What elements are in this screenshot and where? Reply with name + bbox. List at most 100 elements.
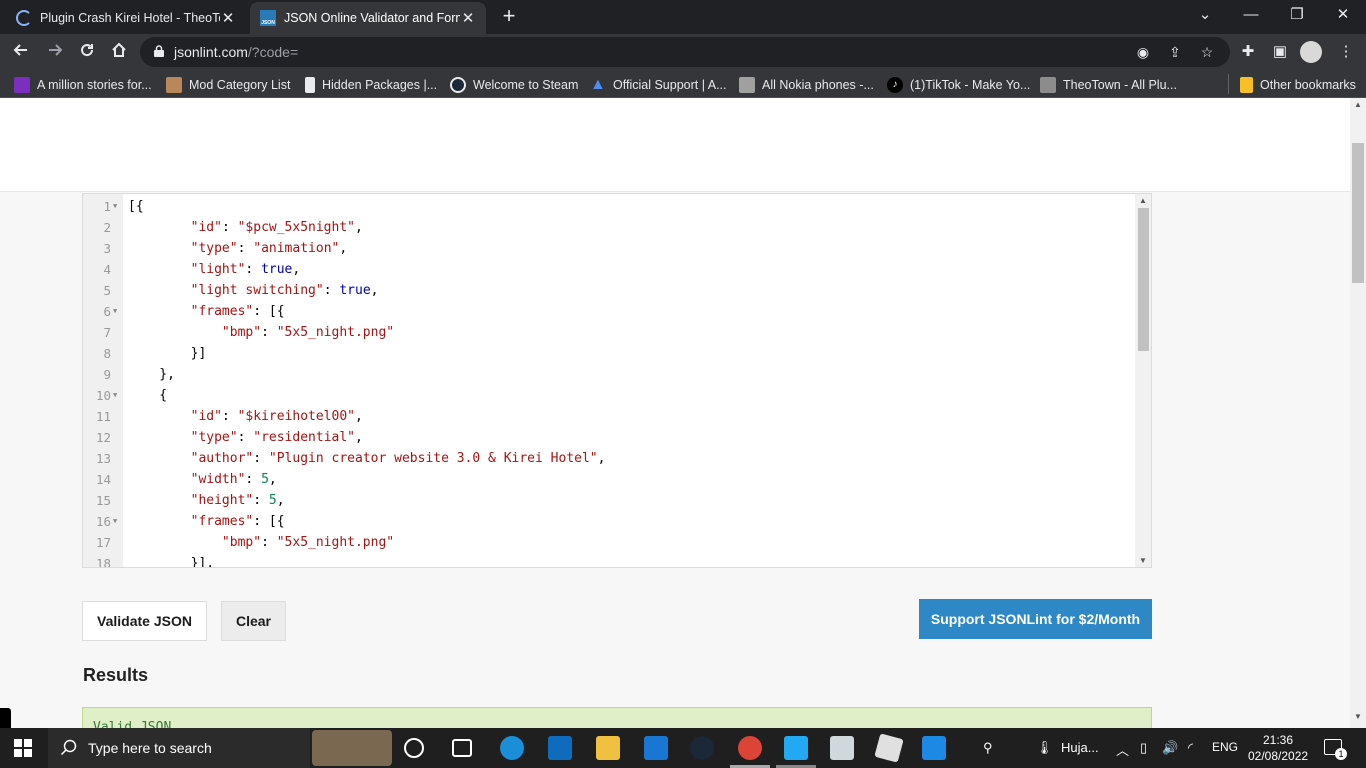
code-line[interactable]: 11 "id": "$kireihotel00", <box>83 406 1133 427</box>
bookmark-hidden-packages[interactable]: Hidden Packages |... <box>305 76 437 94</box>
code-text[interactable]: "bmp": "5x5_night.png" <box>128 532 394 553</box>
code-line[interactable]: 2 "id": "$pcw_5x5night", <box>83 217 1133 238</box>
taskbar-search-box[interactable]: Type here to search <box>48 728 310 768</box>
bookmark-other[interactable]: Other bookmarks <box>1240 76 1356 94</box>
share-icon[interactable]: ⇪ <box>1164 41 1186 63</box>
code-text[interactable]: "width": 5, <box>128 469 277 490</box>
tab-search-dropdown-icon[interactable]: ⌄ <box>1182 0 1228 32</box>
code-text[interactable]: "type": "residential", <box>128 427 363 448</box>
roblox-icon[interactable] <box>874 733 904 763</box>
minimize-button[interactable]: — <box>1228 0 1274 32</box>
file-explorer-icon[interactable] <box>596 736 620 760</box>
windows-start-icon[interactable] <box>14 739 32 757</box>
microsoft-store-icon[interactable] <box>548 736 572 760</box>
close-tab-icon[interactable]: ✕ <box>460 9 476 27</box>
edge-icon[interactable] <box>500 736 524 760</box>
weather-icon[interactable]: 🌡 <box>1036 740 1053 756</box>
side-panel-icon[interactable]: ▣ <box>1268 40 1292 64</box>
bookmark-theotown[interactable]: TheoTown - All Plu... <box>1040 76 1177 94</box>
code-text[interactable]: { <box>128 385 167 406</box>
vscode-icon[interactable] <box>784 736 808 760</box>
support-jsonlint-button[interactable]: Support JSONLint for $2/Month <box>919 599 1152 639</box>
close-tab-icon[interactable]: ✕ <box>220 9 236 27</box>
language-indicator[interactable]: ENG <box>1212 740 1238 754</box>
back-icon[interactable] <box>6 37 36 67</box>
roblox-studio-icon[interactable] <box>922 736 946 760</box>
profile-avatar[interactable] <box>1300 41 1322 63</box>
fold-arrow-icon[interactable]: ▼ <box>113 301 121 322</box>
code-line[interactable]: 15 "height": 5, <box>83 490 1133 511</box>
code-line[interactable]: 18 }], <box>83 553 1133 567</box>
code-line[interactable]: 6 ▼ "frames": [{ <box>83 301 1133 322</box>
volume-icon[interactable]: 🔊 <box>1162 740 1178 756</box>
bookmark-official-support[interactable]: ▲ Official Support | A... <box>590 76 727 94</box>
code-text[interactable]: "bmp": "5x5_night.png" <box>128 322 394 343</box>
fold-arrow-icon[interactable]: ▼ <box>113 511 121 532</box>
scroll-down-arrow-icon[interactable]: ▼ <box>1139 556 1147 565</box>
address-bar[interactable]: jsonlint.com/?code= ◉ ⇪ ☆ <box>140 37 1230 67</box>
show-hidden-icons-icon[interactable]: ︿ <box>1116 740 1129 759</box>
clear-button[interactable]: Clear <box>221 601 286 641</box>
fold-arrow-icon[interactable]: ▼ <box>113 196 121 217</box>
code-text[interactable]: "light switching": true, <box>128 280 379 301</box>
page-scrollbar[interactable]: ▲ ▼ <box>1350 98 1366 728</box>
restore-button[interactable]: ❐ <box>1274 0 1320 32</box>
json-editor[interactable]: 1 ▼[{2 "id": "$pcw_5x5night", 3 "type": "a… <box>82 193 1152 568</box>
code-line[interactable]: 8 }] <box>83 343 1133 364</box>
wifi-icon[interactable]: ◜ <box>1188 740 1193 756</box>
feedback-tab[interactable] <box>0 708 11 728</box>
code-line[interactable]: 1 ▼ [{ <box>83 196 1133 217</box>
code-text[interactable]: "author": "Plugin creator website 3.0 & … <box>128 448 606 469</box>
bookmark-steam[interactable]: Welcome to Steam <box>450 76 578 94</box>
bookmark-mod-category[interactable]: Mod Category List <box>166 76 290 94</box>
code-text[interactable]: }, <box>128 364 175 385</box>
code-line[interactable]: 10 ▼ { <box>83 385 1133 406</box>
code-line[interactable]: 16 ▼ "frames": [{ <box>83 511 1133 532</box>
home-icon[interactable] <box>104 37 134 67</box>
code-line[interactable]: 9 }, <box>83 364 1133 385</box>
code-text[interactable]: "type": "animation", <box>128 238 348 259</box>
taskbar-clock[interactable]: 21:36 02/08/2022 <box>1248 732 1308 764</box>
page-scroll-up-icon[interactable]: ▲ <box>1354 100 1362 109</box>
battery-icon[interactable]: ▯ <box>1140 740 1147 756</box>
code-text[interactable]: "frames": [{ <box>128 511 285 532</box>
code-line[interactable]: 5 "light switching": true, <box>83 280 1133 301</box>
lock-icon[interactable] <box>154 45 164 57</box>
cortana-icon[interactable] <box>404 738 424 758</box>
close-window-button[interactable]: ✕ <box>1320 0 1366 32</box>
bookmark-tiktok[interactable]: ♪ (1)TikTok - Make Yo... <box>887 76 1030 94</box>
code-line[interactable]: 4 "light": true, <box>83 259 1133 280</box>
code-line[interactable]: 17 "bmp": "5x5_night.png" <box>83 532 1133 553</box>
scroll-up-arrow-icon[interactable]: ▲ <box>1139 196 1147 205</box>
tab-plugin-crash[interactable]: Plugin Crash Kirei Hotel - TheoTo ✕ <box>6 2 246 34</box>
paint-icon[interactable] <box>830 736 854 760</box>
code-line[interactable]: 13 "author": "Plugin creator website 3.0… <box>83 448 1133 469</box>
forward-icon[interactable] <box>40 37 70 67</box>
page-scroll-thumb[interactable] <box>1352 143 1364 283</box>
fold-arrow-icon[interactable]: ▼ <box>113 385 121 406</box>
cookies-blocked-icon[interactable]: ◉ <box>1132 41 1154 63</box>
editor-scrollbar[interactable]: ▲ ▼ <box>1135 194 1151 567</box>
code-line[interactable]: 12 "type": "residential", <box>83 427 1133 448</box>
task-view-icon[interactable] <box>452 739 472 757</box>
bookmark-wattpad[interactable]: A million stories for... <box>14 76 152 94</box>
bookmark-nokia[interactable]: All Nokia phones -... <box>739 76 874 94</box>
code-line[interactable]: 14 "width": 5, <box>83 469 1133 490</box>
people-icon[interactable]: ⚲ <box>983 740 993 756</box>
code-line[interactable]: 3 "type": "animation", <box>83 238 1133 259</box>
tab-jsonlint[interactable]: JSON JSON Online Validator and Forma ✕ <box>250 2 486 34</box>
reload-icon[interactable] <box>72 37 102 67</box>
weather-label[interactable]: Huja... <box>1061 740 1099 755</box>
page-scroll-down-icon[interactable]: ▼ <box>1354 712 1362 721</box>
extensions-puzzle-icon[interactable]: ✚ <box>1236 40 1260 64</box>
bookmark-star-icon[interactable]: ☆ <box>1196 41 1218 63</box>
code-text[interactable]: "id": "$kireihotel00", <box>128 406 363 427</box>
code-text[interactable]: [{ <box>128 196 144 217</box>
chrome-icon[interactable] <box>738 736 762 760</box>
mail-icon[interactable] <box>644 736 668 760</box>
validate-json-button[interactable]: Validate JSON <box>82 601 207 641</box>
editor-scroll-thumb[interactable] <box>1138 208 1149 351</box>
new-tab-button[interactable]: + <box>496 4 522 30</box>
code-text[interactable]: "light": true, <box>128 259 301 280</box>
code-text[interactable]: "height": 5, <box>128 490 285 511</box>
